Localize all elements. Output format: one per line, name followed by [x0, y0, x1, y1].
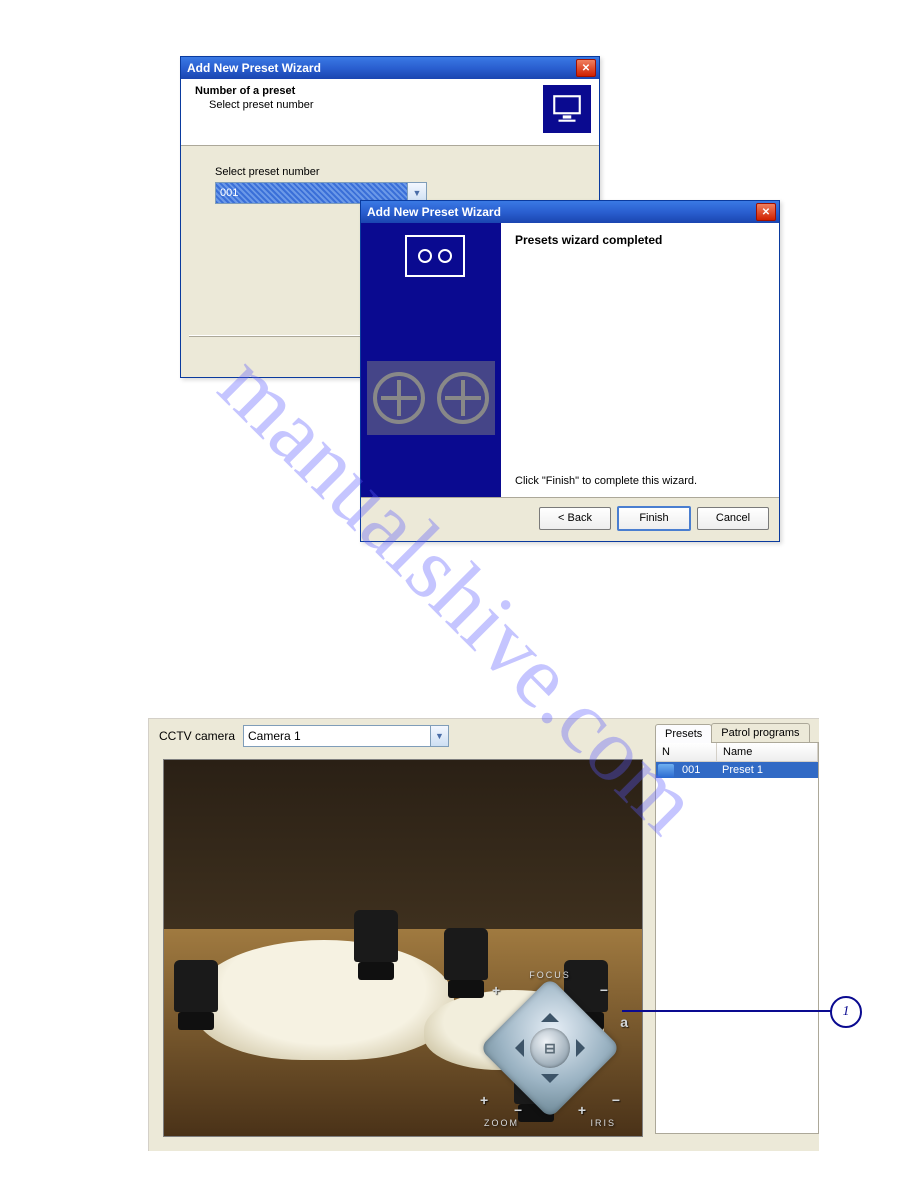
tape-icon-small [405, 235, 465, 277]
iris-minus[interactable]: − [612, 1092, 620, 1108]
callout-marker-1: 1 [830, 996, 862, 1028]
tab-presets[interactable]: Presets [655, 724, 712, 743]
preset-name: Preset 1 [716, 762, 818, 778]
col-number[interactable]: N [656, 743, 717, 761]
callout-line [622, 1010, 832, 1012]
zoom-minus[interactable]: − [514, 1102, 522, 1118]
preset-row[interactable]: 001 Preset 1 [656, 762, 818, 778]
wizard-heading: Number of a preset [195, 85, 589, 97]
ptz-left[interactable] [506, 1039, 524, 1057]
ptz-up[interactable] [541, 1004, 559, 1022]
ptz-right[interactable] [576, 1039, 594, 1057]
wizard-sidebar [361, 223, 501, 497]
wizard-subheading: Select preset number [209, 99, 589, 111]
window-title: Add New Preset Wizard [367, 205, 501, 219]
iris-plus[interactable]: + [578, 1102, 586, 1118]
preset-number: 001 [676, 762, 716, 778]
presets-tabs-panel: Presets Patrol programs N Name 001 Prese… [655, 723, 819, 1134]
col-name[interactable]: Name [717, 743, 818, 761]
title-bar[interactable]: Add New Preset Wizard ✕ [361, 201, 779, 223]
ptz-iris-label: IRIS [590, 1118, 616, 1128]
cctv-panel: CCTV camera Camera 1 ▼ FOCUS + − a [148, 718, 819, 1151]
select-preset-label: Select preset number [215, 166, 565, 178]
close-icon[interactable]: ✕ [756, 203, 776, 221]
ptz-down[interactable] [541, 1074, 559, 1092]
ptz-home[interactable]: ⊟ [530, 1028, 570, 1068]
preset-number-value: 001 [216, 187, 238, 199]
finish-button[interactable]: Finish [617, 506, 691, 531]
back-button[interactable]: < Back [539, 507, 611, 530]
camera-value: Camera 1 [248, 729, 301, 743]
focus-minus[interactable]: − [600, 982, 608, 998]
wizard-completed-heading: Presets wizard completed [515, 233, 765, 247]
autofocus-a[interactable]: a [620, 1014, 628, 1030]
monitor-icon [543, 85, 591, 133]
list-header: N Name [656, 743, 818, 762]
ptz-zoom-label: ZOOM [484, 1118, 519, 1128]
camera-feed: FOCUS + − a ⊟ + − + − ZOOM IRIS [163, 759, 643, 1137]
cancel-button[interactable]: Cancel [697, 507, 769, 530]
wizard-finish-text: Click "Finish" to complete this wizard. [515, 475, 697, 487]
chevron-down-icon[interactable]: ▼ [430, 726, 448, 746]
close-icon[interactable]: ✕ [576, 59, 596, 77]
wizard-header: Number of a preset Select preset number [181, 79, 599, 146]
title-bar[interactable]: Add New Preset Wizard ✕ [181, 57, 599, 79]
dialog-add-preset-completed: Add New Preset Wizard ✕ Presets wizard c… [360, 200, 780, 542]
cctv-camera-label: CCTV camera [159, 729, 235, 743]
tape-icon-large [367, 361, 495, 435]
presets-list: N Name 001 Preset 1 [655, 743, 819, 1134]
ptz-control: FOCUS + − a ⊟ + − + − ZOOM IRIS [466, 964, 634, 1132]
zoom-plus[interactable]: + [480, 1092, 488, 1108]
preset-icon [658, 764, 674, 778]
camera-dropdown[interactable]: Camera 1 ▼ [243, 725, 449, 747]
ptz-focus-label: FOCUS [529, 970, 571, 980]
tab-patrol-programs[interactable]: Patrol programs [711, 723, 809, 742]
window-title: Add New Preset Wizard [187, 61, 321, 75]
wizard-buttons: < Back Finish Cancel [361, 497, 779, 538]
focus-plus[interactable]: + [492, 982, 500, 998]
